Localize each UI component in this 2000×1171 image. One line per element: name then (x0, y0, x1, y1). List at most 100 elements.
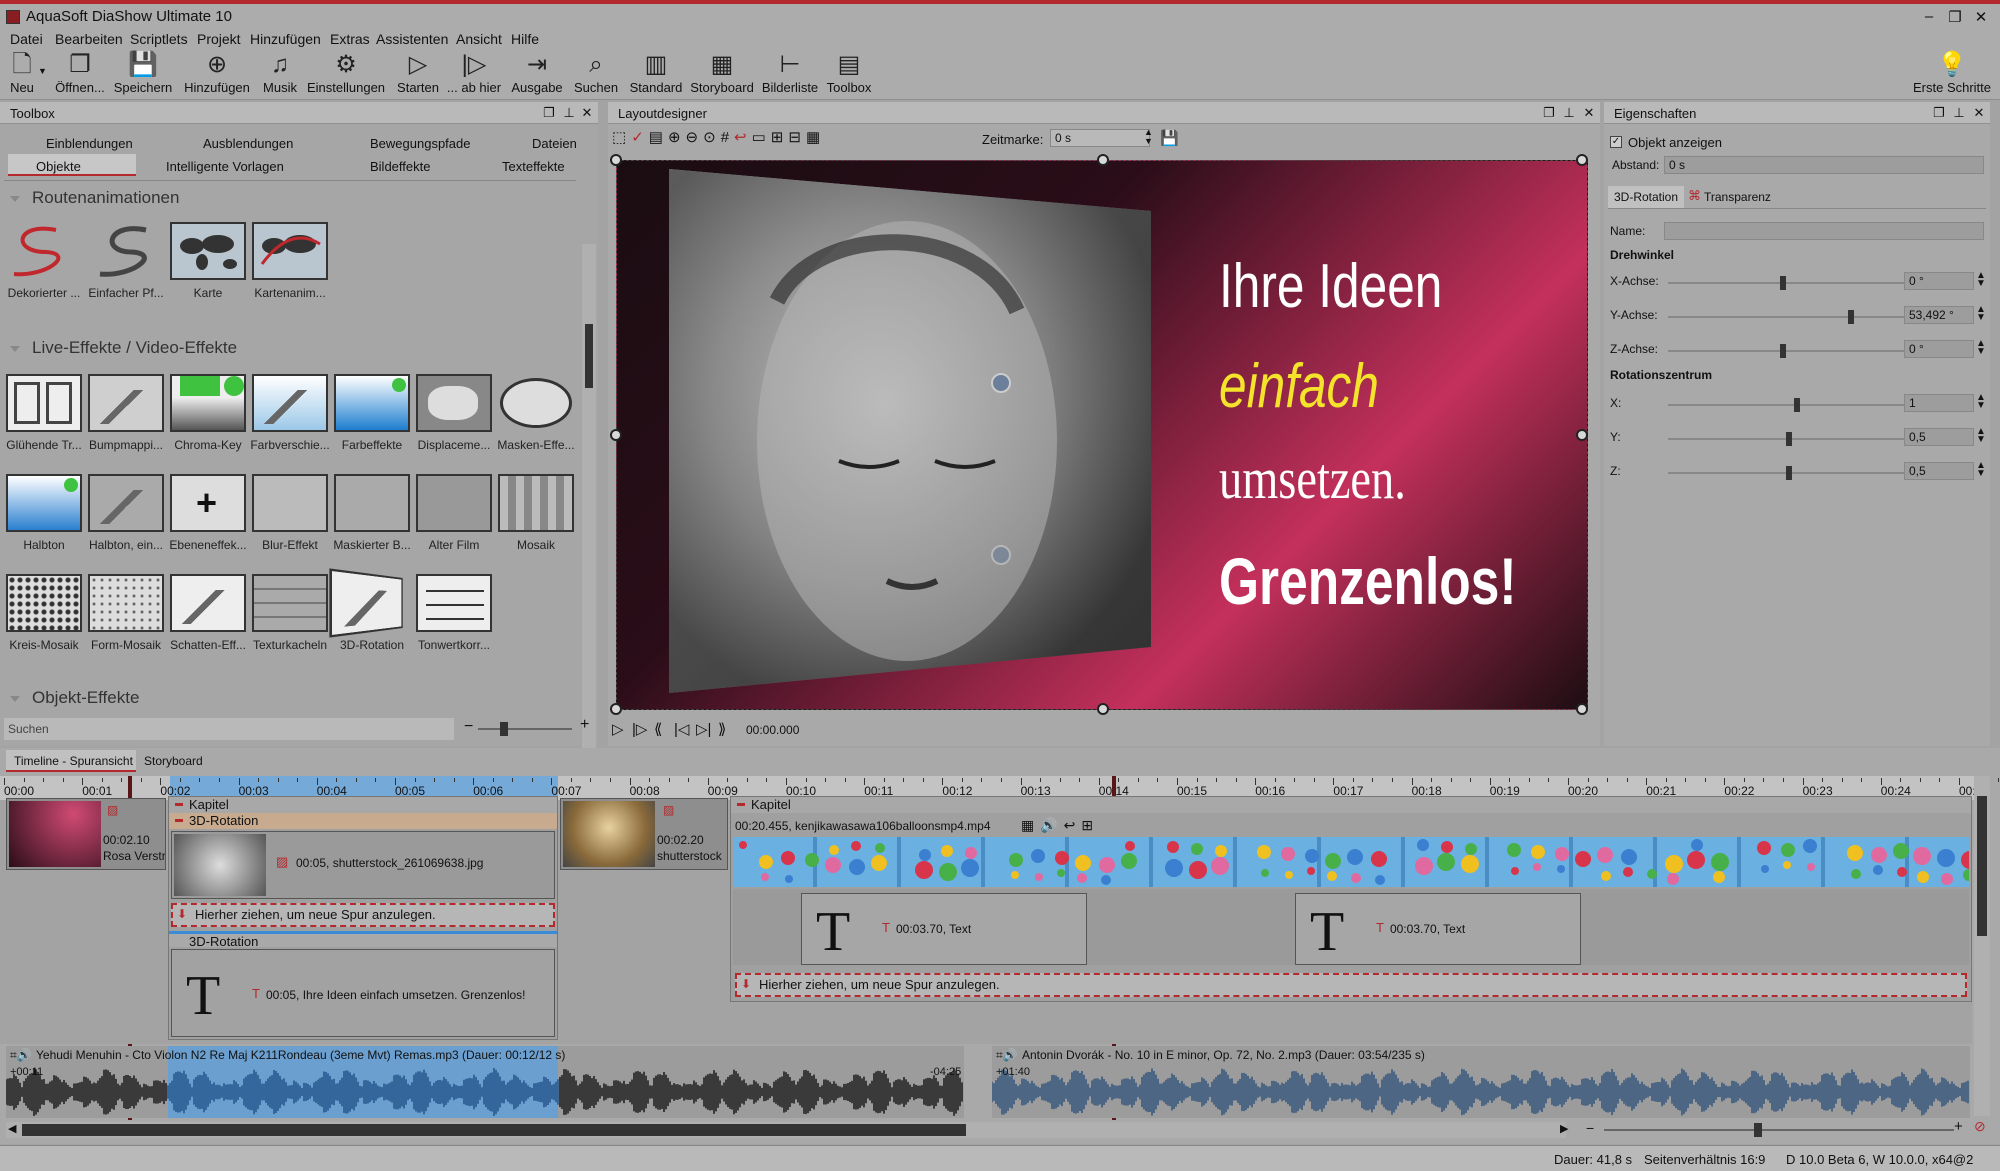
tile-halbton[interactable]: Halbton (4, 474, 84, 552)
zeitmarke-input[interactable]: 0 s (1050, 129, 1150, 147)
clip-shutterstock-photo[interactable]: ▨ 00:05, shutterstock_261069638.jpg (171, 831, 555, 899)
new-dropdown-icon[interactable]: ▼ (38, 66, 47, 76)
center-y-spinner[interactable]: ▲ ▼ (1976, 427, 1986, 445)
toolbox-button[interactable]: ▤ Toolbox (824, 50, 874, 98)
settings-button[interactable]: ⚙ Einstellungen (305, 50, 387, 98)
save-marker-icon[interactable]: 💾 (1160, 129, 1179, 147)
menu-hinzufuegen[interactable]: Hinzufügen (250, 31, 321, 47)
save-button[interactable]: 💾 Speichern (112, 50, 174, 98)
tile-tonwertkorrektur[interactable]: Tonwertkorr... (414, 574, 494, 652)
fast-forward-icon[interactable]: ⟫ (718, 720, 726, 738)
video-tool-icons[interactable]: ▦🔊↩⊞ (1021, 817, 1099, 834)
tab-3d-rotation[interactable]: 3D-Rotation (1614, 190, 1678, 204)
y-axis-slider[interactable] (1668, 310, 1904, 324)
tab-einblendungen[interactable]: Einblendungen (46, 136, 133, 151)
align-tool-icon[interactable]: ▤ (649, 129, 668, 146)
resize-handle-bc[interactable] (1097, 703, 1109, 715)
zoom-plus-icon[interactable]: + (580, 716, 589, 734)
music-button[interactable]: ♫ Musik (260, 50, 300, 98)
abstand-input[interactable]: 0 s (1664, 156, 1984, 174)
new-track-dropzone-2[interactable]: Hierher ziehen, um neue Spur anzulegen. (735, 973, 1967, 997)
storyboard-layout-button[interactable]: ▦ Storyboard (688, 50, 756, 98)
panel-pin-icon[interactable]: ⊥ (560, 105, 578, 121)
audio-track-2[interactable]: ⌗🔊 Antonin Dvorák - No. 10 in E minor, O… (992, 1046, 1970, 1118)
paint-tool-icon[interactable]: ▦ (806, 129, 825, 146)
remove-point-icon[interactable]: ⊟ (788, 129, 806, 146)
slide-text-line2[interactable]: einfach (1219, 351, 1379, 422)
thumbnail-size-slider[interactable] (478, 722, 572, 736)
name-input[interactable] (1664, 222, 1984, 240)
menu-assistenten[interactable]: Assistenten (376, 31, 448, 47)
clip-rosa-verstr[interactable]: ▨ 00:02.10 Rosa Verstr (6, 798, 166, 870)
panel-close-icon[interactable]: ✕ (1970, 105, 1988, 121)
section-live-effekte[interactable]: Live-Effekte / Video-Effekte (10, 338, 237, 358)
center-x-slider[interactable] (1668, 398, 1904, 412)
maximize-icon[interactable]: ❐ (1944, 8, 1966, 26)
collapse-icon[interactable] (737, 803, 745, 806)
resize-handle-bl[interactable] (610, 703, 622, 715)
tab-bewegungspfade[interactable]: Bewegungspfade (370, 136, 470, 151)
tile-blur-effekt[interactable]: Blur-Effekt (250, 474, 330, 552)
tile-farbverschiebung[interactable]: Farbverschie... (250, 374, 330, 452)
tile-kreis-mosaik[interactable]: Kreis-Mosaik (4, 574, 84, 652)
zoom-minus-icon[interactable]: − (464, 718, 473, 736)
z-axis-spinner[interactable]: ▲ ▼ (1976, 339, 1986, 357)
resize-handle-tl[interactable] (610, 154, 622, 166)
image-list-button[interactable]: ⊢ Bilderliste (760, 50, 820, 98)
tile-alter-film[interactable]: Alter Film (414, 474, 494, 552)
resize-handle-tr[interactable] (1576, 154, 1588, 166)
tab-storyboard[interactable]: Storyboard (144, 754, 203, 768)
tile-maskierter-blur[interactable]: Maskierter B... (332, 474, 412, 552)
x-axis-spinner[interactable]: ▲ ▼ (1976, 271, 1986, 289)
center-z-input[interactable]: 0,5 (1904, 462, 1974, 480)
panel-close-icon[interactable]: ✕ (1580, 105, 1598, 121)
center-z-spinner[interactable]: ▲ ▼ (1976, 461, 1986, 479)
tab-intelligente-vorlagen[interactable]: Intelligente Vorlagen (166, 159, 284, 174)
close-icon[interactable]: ✕ (1970, 8, 1992, 26)
grid-tool-icon[interactable]: # (721, 129, 734, 146)
play-from-here-icon[interactable]: |▷ (632, 720, 647, 738)
clip-text-main[interactable]: T T 00:05, Ihre Ideen einfach umsetzen. … (171, 949, 555, 1037)
tile-einfacher-pfad[interactable]: Einfacher Pf... (86, 222, 166, 300)
output-button[interactable]: ⇥ Ausgabe (510, 50, 564, 98)
y-axis-spinner[interactable]: ▲ ▼ (1976, 305, 1986, 323)
clip-text-b[interactable]: T T 00:03.70, Text (1295, 893, 1581, 965)
new-track-dropzone[interactable]: Hierher ziehen, um neue Spur anzulegen. (171, 903, 555, 927)
scrollbar-thumb[interactable] (585, 324, 593, 388)
tile-chroma-key[interactable]: Chroma-Key (168, 374, 248, 452)
new-button[interactable]: 🗋 Neu (6, 50, 38, 98)
tile-displacement[interactable]: Displaceme... (414, 374, 494, 452)
menu-ansicht[interactable]: Ansicht (456, 31, 502, 47)
tile-halbton-einfarbig[interactable]: Halbton, ein... (86, 474, 166, 552)
timeline-vscrollbar[interactable] (1974, 776, 1990, 1116)
tile-ebeneneffekt[interactable]: + Ebeneneffek... (168, 474, 248, 552)
tile-gluehende-trennlinie[interactable]: Glühende Tr... (4, 374, 84, 452)
zeitmarke-spinner-icon[interactable]: ▲ ▼ (1144, 128, 1153, 146)
tab-ausblendungen[interactable]: Ausblendungen (203, 136, 293, 151)
menu-projekt[interactable]: Projekt (197, 31, 241, 47)
show-object-checkbox[interactable]: ✓ (1610, 136, 1622, 148)
check-tool-icon[interactable]: ✓ (631, 129, 649, 146)
panel-close-icon[interactable]: ✕ (578, 105, 596, 121)
rotation-center-handle-secondary[interactable] (991, 545, 1011, 565)
timeline-zoom-out-icon[interactable]: − (1586, 1120, 1594, 1136)
slide-canvas[interactable]: Ihre Ideen einfach umsetzen. Grenzenlos! (610, 154, 1588, 715)
tile-texturkacheln[interactable]: Texturkacheln (250, 574, 330, 652)
menu-datei[interactable]: Datei (10, 31, 43, 47)
clip-shutterstock-woman[interactable]: ▨ 00:02.20 shutterstock (560, 798, 728, 870)
rewind-icon[interactable]: ⟪ (654, 720, 662, 738)
clip-text-a[interactable]: T T 00:03.70, Text (801, 893, 1087, 965)
hscroll-thumb[interactable] (22, 1124, 966, 1136)
menu-scriptlets[interactable]: Scriptlets (130, 31, 188, 47)
next-frame-icon[interactable]: ▷| (696, 720, 711, 738)
resize-handle-mr[interactable] (1576, 429, 1588, 441)
3d-rotation-header-2[interactable]: 3D-Rotation (169, 931, 557, 949)
center-y-slider[interactable] (1668, 432, 1904, 446)
tab-transparenz[interactable]: Transparenz (1704, 190, 1771, 204)
center-x-spinner[interactable]: ▲ ▼ (1976, 393, 1986, 411)
tile-mosaik[interactable]: Mosaik (496, 474, 576, 552)
x-axis-input[interactable]: 0 ° (1904, 272, 1974, 290)
minimize-icon[interactable]: – (1918, 8, 1940, 25)
play-icon[interactable]: ▷ (612, 720, 624, 738)
tile-masken-effekt[interactable]: Masken-Effe... (496, 374, 576, 452)
